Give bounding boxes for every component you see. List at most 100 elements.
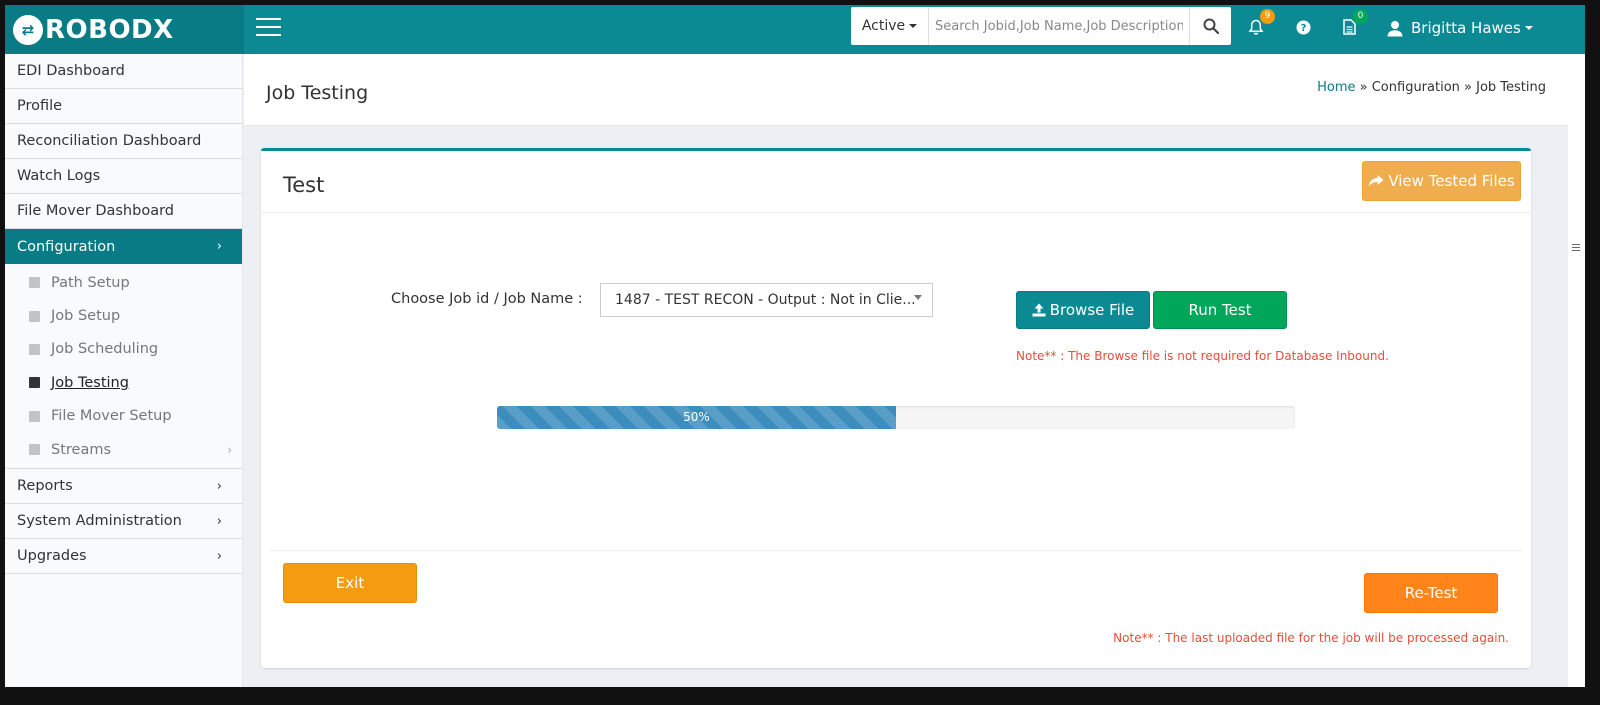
user-menu[interactable]: Brigitta Hawes (1387, 15, 1533, 41)
sidebar: EDI Dashboard Profile Reconciliation Das… (5, 54, 243, 687)
sidebar-item-watch-logs[interactable]: Watch Logs (5, 159, 242, 194)
bullet-icon (29, 410, 40, 422)
job-select-value: 1487 - TEST RECON - Output : Not in Clie… (615, 292, 916, 308)
status-filter-label: Active (861, 18, 906, 34)
tasks-badge: 0 (1353, 9, 1368, 24)
bullet-icon (29, 377, 40, 389)
view-tested-files-label: View Tested Files (1388, 172, 1515, 190)
exit-label: Exit (335, 574, 365, 592)
user-name: Brigitta Hawes (1411, 19, 1521, 37)
notifications-badge: 9 (1260, 9, 1275, 24)
bullet-icon (29, 277, 40, 289)
page-title: Job Testing (266, 82, 369, 104)
retest-label: Re-Test (1404, 584, 1458, 602)
sidebar-item-label: Reconciliation Dashboard (17, 133, 202, 149)
sidebar-item-configuration[interactable]: Configuration › (5, 229, 242, 264)
sidebar-item-file-mover-dashboard[interactable]: File Mover Dashboard (5, 194, 242, 229)
test-panel-header: Test View Tested Files (261, 151, 1531, 213)
sidebar-item-system-administration[interactable]: System Administration › (5, 504, 242, 540)
app-window: ⇄ ROBODX Active 9 (5, 5, 1585, 687)
sidebar-subitem-label: File Mover Setup (51, 408, 172, 425)
progress-bar-track: 50% (497, 406, 1295, 429)
chevron-right-icon: › (216, 239, 222, 254)
chevron-right-icon: › (227, 442, 232, 457)
logo-text: ROBODX (45, 14, 174, 45)
panel-title: Test (283, 173, 325, 197)
sidebar-item-label: Upgrades (17, 548, 87, 565)
help-button[interactable]: ? (1292, 16, 1314, 38)
sidebar-item-upgrades[interactable]: Upgrades › (5, 539, 242, 575)
search-icon (1203, 18, 1219, 34)
progress-bar-fill: 50% (497, 406, 896, 429)
sidebar-subitem-label: Job Scheduling (51, 341, 159, 358)
chevron-right-icon: › (216, 548, 222, 564)
bullet-icon (29, 444, 40, 456)
divider (271, 550, 1521, 551)
user-icon (1387, 20, 1403, 36)
logo[interactable]: ⇄ ROBODX (5, 5, 244, 54)
search-group: Active (851, 7, 1231, 45)
sidebar-item-label: File Mover Dashboard (17, 203, 174, 219)
exit-button[interactable]: Exit (283, 563, 417, 603)
run-test-label: Run Test (1188, 301, 1252, 319)
bullet-icon (29, 343, 40, 355)
sidebar-item-edi-dashboard[interactable]: EDI Dashboard (5, 54, 242, 89)
browse-note: Note** : The Browse file is not required… (1016, 349, 1389, 363)
breadcrumb-separator: » (1355, 80, 1372, 95)
caret-down-icon (914, 295, 922, 300)
breadcrumb-section: Configuration (1371, 80, 1460, 95)
upload-icon (1032, 303, 1046, 317)
retest-note: Note** : The last uploaded file for the … (1113, 631, 1509, 645)
sidebar-item-label: EDI Dashboard (17, 63, 125, 79)
sidebar-subitem-label: Path Setup (51, 274, 130, 291)
caret-down-icon (909, 24, 918, 28)
sidebar-subitem-job-scheduling[interactable]: Job Scheduling (5, 333, 242, 366)
sidebar-item-reconciliation-dashboard[interactable]: Reconciliation Dashboard (5, 124, 242, 159)
menu-toggle-icon[interactable] (256, 18, 281, 36)
sidebar-subitem-label: Job Testing (51, 374, 129, 391)
breadcrumb-separator: » (1459, 80, 1477, 95)
chevron-right-icon: › (216, 513, 222, 529)
job-select-dropdown[interactable]: 1487 - TEST RECON - Output : Not in Clie… (600, 283, 933, 317)
notifications-button[interactable]: 9 (1245, 9, 1275, 38)
sidebar-subitem-label: Job Setup (51, 308, 121, 325)
sidebar-item-label: Reports (17, 478, 73, 495)
document-icon (1342, 19, 1356, 35)
sidebar-item-reports[interactable]: Reports › (5, 469, 242, 505)
browse-file-button[interactable]: Browse File (1016, 291, 1150, 329)
breadcrumb-current: Job Testing (1476, 80, 1546, 95)
run-test-button[interactable]: Run Test (1153, 291, 1287, 329)
search-button[interactable] (1189, 7, 1231, 45)
svg-text:?: ? (1300, 23, 1306, 34)
breadcrumb: Home » Configuration » Job Testing (1317, 80, 1546, 95)
sidebar-subitem-job-testing[interactable]: Job Testing (5, 366, 242, 399)
bullet-icon (29, 310, 40, 322)
top-navbar: ⇄ ROBODX Active 9 (5, 5, 1585, 54)
sidebar-subitem-path-setup[interactable]: Path Setup (5, 266, 242, 299)
configuration-submenu: Path Setup Job Setup Job Scheduling Job … (5, 264, 242, 470)
status-filter-dropdown[interactable]: Active (851, 7, 929, 45)
sidebar-subitem-job-setup[interactable]: Job Setup (5, 299, 242, 332)
test-panel: Test View Tested Files Choose Job id / J… (261, 148, 1531, 668)
sidebar-subitem-label: Streams (51, 441, 112, 458)
content-header: Job Testing Home » Configuration » Job T… (244, 54, 1568, 126)
sidebar-item-label: Watch Logs (17, 168, 101, 184)
logo-icon: ⇄ (13, 14, 43, 45)
search-input[interactable] (929, 7, 1189, 45)
sidebar-item-label: Profile (17, 98, 63, 114)
sidebar-subitem-streams[interactable]: Streams › (5, 433, 242, 466)
sidebar-item-label: System Administration (17, 513, 182, 530)
retest-button[interactable]: Re-Test (1364, 573, 1498, 613)
sidebar-subitem-file-mover-setup[interactable]: File Mover Setup (5, 400, 242, 433)
sidebar-item-label: Configuration (17, 238, 116, 255)
scrollbar-grip-icon (1572, 244, 1580, 254)
sidebar-item-profile[interactable]: Profile (5, 89, 242, 124)
view-tested-files-button[interactable]: View Tested Files (1362, 161, 1521, 201)
tasks-button[interactable]: 0 (1338, 9, 1368, 38)
breadcrumb-home-link[interactable]: Home (1317, 80, 1355, 95)
chevron-right-icon: › (216, 478, 222, 494)
caret-down-icon (1524, 26, 1533, 30)
share-icon (1369, 175, 1384, 187)
page-scrollbar[interactable] (1568, 54, 1585, 687)
job-select-label: Choose Job id / Job Name : (391, 291, 583, 307)
